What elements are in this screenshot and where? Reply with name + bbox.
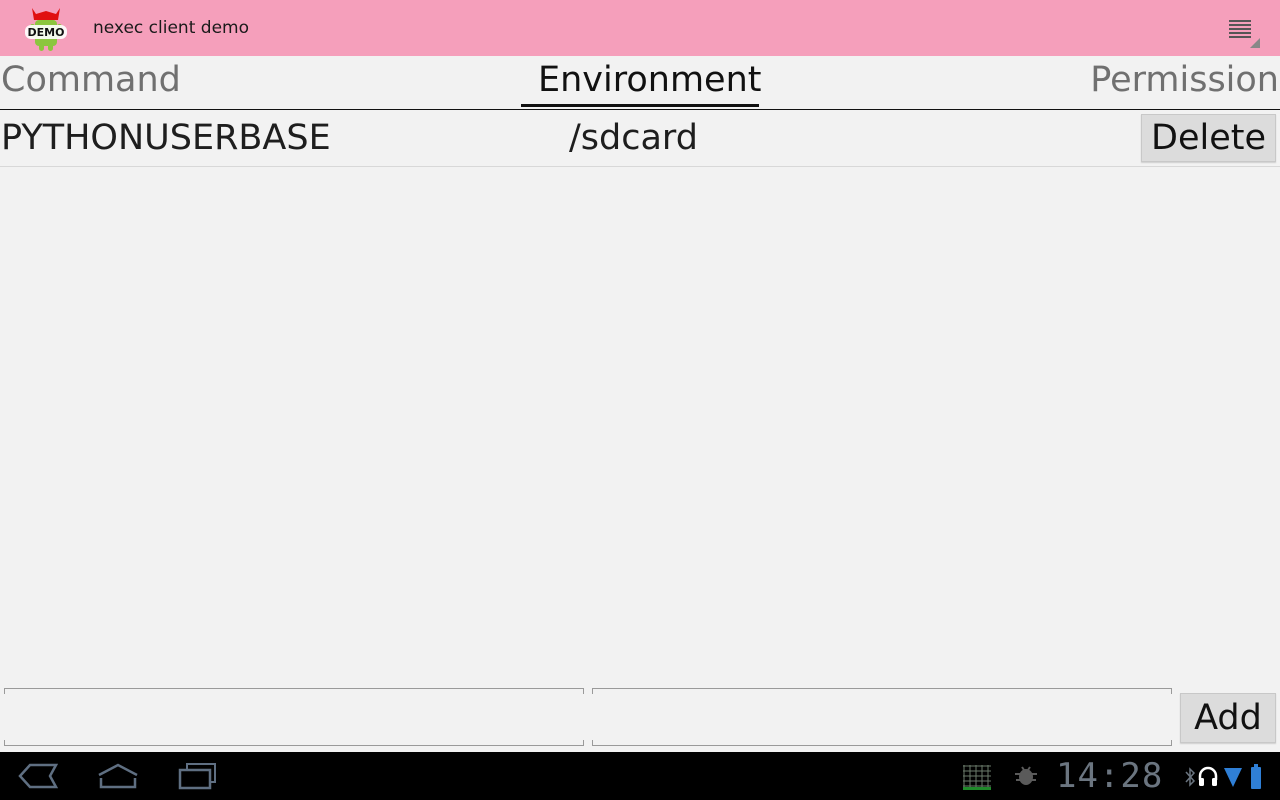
selected-tab-indicator bbox=[521, 104, 759, 107]
home-icon[interactable] bbox=[96, 762, 140, 794]
recent-apps-icon[interactable] bbox=[177, 762, 219, 794]
env-name: PYTHONUSERBASE bbox=[1, 118, 331, 158]
env-value-field-frame bbox=[592, 688, 1172, 746]
env-name-field-frame bbox=[4, 688, 584, 746]
wifi-icon bbox=[1223, 766, 1243, 792]
app-title: nexec client demo bbox=[93, 18, 249, 38]
android-debug-icon bbox=[1013, 766, 1039, 792]
headset-icon bbox=[1197, 766, 1219, 792]
app-icon-text: DEMO bbox=[28, 26, 65, 39]
app-window: DEMO nexec client demo Command Environme… bbox=[0, 0, 1280, 800]
clock: 14:28 bbox=[1056, 756, 1164, 796]
overflow-menu-button[interactable] bbox=[1220, 10, 1262, 50]
env-name-input[interactable] bbox=[10, 695, 582, 741]
battery-icon bbox=[1250, 764, 1262, 794]
add-button[interactable]: Add bbox=[1180, 693, 1276, 743]
back-icon[interactable] bbox=[16, 762, 59, 794]
tab-environment[interactable]: Environment bbox=[538, 60, 761, 100]
bluetooth-icon bbox=[1184, 767, 1196, 791]
action-bar: DEMO nexec client demo bbox=[0, 0, 1280, 56]
env-value-input[interactable] bbox=[598, 695, 1170, 741]
tab-permission[interactable]: Permission bbox=[1090, 60, 1279, 100]
demo-android-icon: DEMO bbox=[22, 4, 70, 52]
tab-command[interactable]: Command bbox=[1, 60, 181, 100]
list-item: PYTHONUSERBASE /sdcard Delete bbox=[0, 110, 1280, 167]
delete-button[interactable]: Delete bbox=[1141, 114, 1276, 162]
system-bar: 14:28 bbox=[0, 752, 1280, 800]
env-value: /sdcard bbox=[569, 118, 698, 158]
env-list: PYTHONUSERBASE /sdcard Delete bbox=[0, 110, 1280, 167]
tab-bar: Command Environment Permission bbox=[0, 56, 1280, 110]
keyboard-icon bbox=[962, 764, 992, 794]
overflow-menu-icon bbox=[1229, 20, 1260, 48]
